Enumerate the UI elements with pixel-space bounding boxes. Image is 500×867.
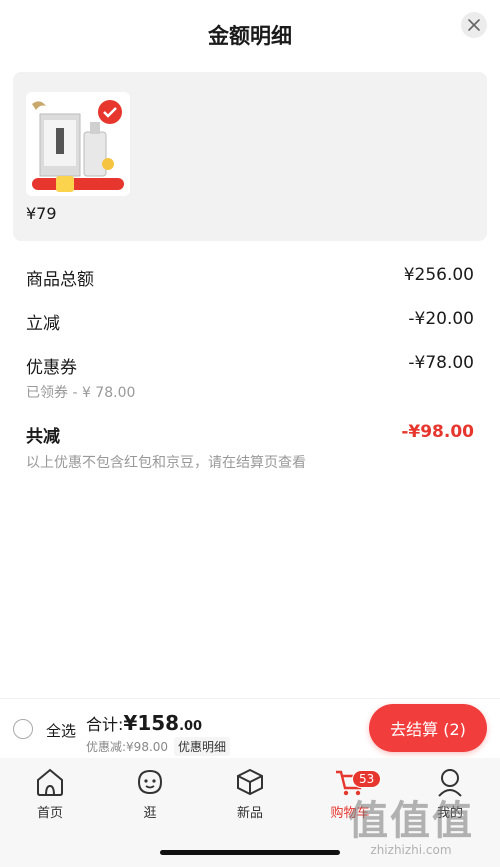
tab-label: 首页 xyxy=(36,806,63,821)
total-amount: 合计:¥158.00 xyxy=(86,711,202,735)
coupon-note: 已领券 - ¥ 78.00 xyxy=(26,385,136,401)
row-value: ¥256.00 xyxy=(403,265,474,285)
row-value: -¥78.00 xyxy=(408,353,474,373)
discount-text: 优惠减:¥98.00 xyxy=(86,740,169,754)
cube-icon xyxy=(237,768,263,796)
product-card: ¥79 xyxy=(13,72,487,241)
site-watermark: 值值值 zhizhizhi.com xyxy=(336,799,486,857)
total-decimal: .00 xyxy=(179,719,203,734)
product-image-icon xyxy=(26,92,130,196)
total-symbol: ¥ xyxy=(123,711,138,735)
discount-summary: 优惠减:¥98.00 优惠明细 xyxy=(86,737,231,756)
tab-new[interactable]: 新品 xyxy=(200,766,300,821)
product-price: ¥79 xyxy=(26,204,57,223)
row-goods-total: 商品总额 ¥256.00 xyxy=(26,265,474,290)
row-label: 优惠券 xyxy=(26,358,77,378)
face-icon xyxy=(137,769,163,795)
checkout-button[interactable]: 去结算 (2) xyxy=(369,704,487,752)
close-button[interactable] xyxy=(461,12,487,38)
cart-count-badge: 53 xyxy=(352,770,382,788)
home-indicator xyxy=(160,850,340,855)
row-instant-discount: 立减 -¥20.00 xyxy=(26,309,474,334)
close-icon xyxy=(468,19,480,31)
tab-label: 新品 xyxy=(236,806,263,821)
watermark-logo-text: 值值值 xyxy=(348,798,474,844)
amount-detail-sheet: 金额明细 ¥79 商品总额 ¥256.00 立减 -¥20.00 优惠券 -¥7… xyxy=(0,0,500,700)
select-all-radio[interactable] xyxy=(13,719,33,739)
row-value: -¥98.00 xyxy=(401,422,474,442)
watermark-url: zhizhizhi.com xyxy=(370,843,452,857)
discount-detail-link[interactable]: 优惠明细 xyxy=(174,737,231,756)
user-icon xyxy=(438,769,462,797)
tab-browse[interactable]: 逛 xyxy=(100,766,200,821)
tab-label: 逛 xyxy=(143,806,157,821)
checkout-bar: 全选 合计:¥158.00 优惠减:¥98.00 优惠明细 去结算 (2) xyxy=(0,698,500,759)
row-label: 立减 xyxy=(26,314,60,334)
select-all-label[interactable]: 全选 xyxy=(46,720,76,741)
bottom-tab-bar: 首页 逛 新品 53 购物车 我的 值值值 zhizhizhi.com xyxy=(0,758,500,867)
row-label: 商品总额 xyxy=(26,270,94,290)
reduction-note: 以上优惠不包含红包和京豆，请在结算页查看 xyxy=(26,455,306,471)
sheet-title: 金额明细 xyxy=(208,24,292,48)
home-icon xyxy=(37,768,63,796)
row-total-reduction: 共减 -¥98.00 xyxy=(26,422,474,447)
row-label: 共减 xyxy=(26,427,60,447)
product-thumbnail[interactable] xyxy=(26,92,130,196)
total-integer: 158 xyxy=(137,711,180,735)
tab-home[interactable]: 首页 xyxy=(0,766,100,821)
row-coupon: 优惠券 -¥78.00 xyxy=(26,353,474,378)
row-value: -¥20.00 xyxy=(408,309,474,329)
total-prefix: 合计: xyxy=(86,715,124,734)
